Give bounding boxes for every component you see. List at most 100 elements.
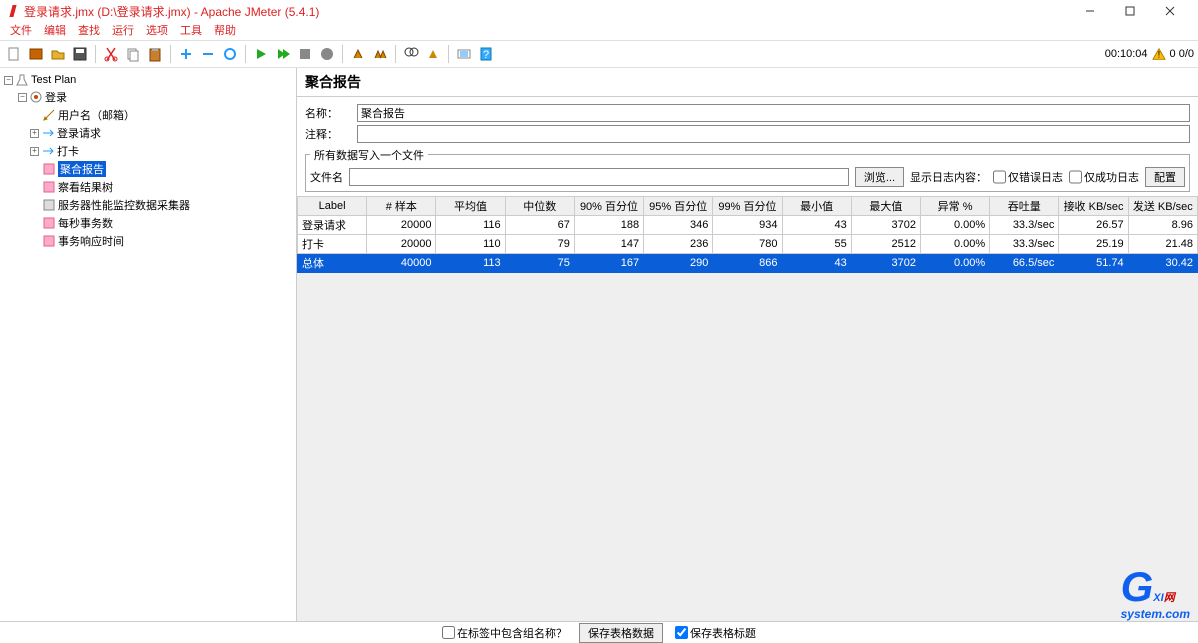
- tree-toggle[interactable]: +: [30, 129, 39, 138]
- tree-checkin[interactable]: 打卡: [57, 143, 79, 159]
- table-cell: 116: [436, 216, 505, 235]
- tree-tps[interactable]: 每秒事务数: [58, 215, 113, 231]
- warning-icon[interactable]: !: [1152, 47, 1166, 61]
- comment-input[interactable]: [357, 125, 1190, 143]
- table-cell: 40000: [367, 254, 436, 273]
- menu-run[interactable]: 运行: [108, 22, 138, 40]
- table-cell: 55: [782, 235, 851, 254]
- table-cell: 79: [505, 235, 574, 254]
- close-button[interactable]: [1150, 0, 1190, 22]
- table-cell: 总体: [298, 254, 367, 273]
- column-header[interactable]: 90% 百分位: [574, 197, 643, 216]
- table-cell: 236: [644, 235, 713, 254]
- column-header[interactable]: 最大值: [851, 197, 920, 216]
- menu-search[interactable]: 查找: [74, 22, 104, 40]
- bottom-bar: 在标签中包含组名称？ 保存表格数据 保存表格标题: [0, 621, 1198, 643]
- aggregate-table: Label# 样本平均值中位数90% 百分位95% 百分位99% 百分位最小值最…: [297, 196, 1198, 273]
- table-row[interactable]: 登录请求20000116671883469344337020.00%33.3/s…: [298, 216, 1198, 235]
- column-header[interactable]: 95% 百分位: [644, 197, 713, 216]
- save-table-data-button[interactable]: 保存表格数据: [579, 623, 663, 643]
- table-cell: 290: [644, 254, 713, 273]
- column-header[interactable]: 中位数: [505, 197, 574, 216]
- separator: [395, 45, 396, 63]
- table-cell: 20000: [367, 216, 436, 235]
- new-icon[interactable]: [4, 44, 24, 64]
- tps-icon: [42, 216, 56, 230]
- open-icon[interactable]: [48, 44, 68, 64]
- column-header[interactable]: 发送 KB/sec: [1128, 197, 1197, 216]
- stop-icon[interactable]: [295, 44, 315, 64]
- name-input[interactable]: [357, 104, 1190, 122]
- config-icon: [42, 108, 56, 122]
- table-row[interactable]: 总体40000113751672908664337020.00%66.5/sec…: [298, 254, 1198, 273]
- help-icon[interactable]: ?: [476, 44, 496, 64]
- table-cell: 346: [644, 216, 713, 235]
- minimize-button[interactable]: [1070, 0, 1110, 22]
- browse-button[interactable]: 浏览...: [855, 167, 904, 187]
- table-cell: 25.19: [1059, 235, 1128, 254]
- menu-tools[interactable]: 工具: [176, 22, 206, 40]
- table-cell: 110: [436, 235, 505, 254]
- toggle-icon[interactable]: [220, 44, 240, 64]
- table-cell: 113: [436, 254, 505, 273]
- tree-toggle[interactable]: −: [18, 93, 27, 102]
- column-header[interactable]: # 样本: [367, 197, 436, 216]
- menu-options[interactable]: 选项: [142, 22, 172, 40]
- perfmon-icon: [42, 198, 56, 212]
- menubar: 文件 编辑 查找 运行 选项 工具 帮助: [0, 22, 1198, 40]
- function-helper-icon[interactable]: [454, 44, 474, 64]
- configure-button[interactable]: 配置: [1145, 167, 1185, 187]
- clear-all-icon[interactable]: [370, 44, 390, 64]
- copy-icon[interactable]: [123, 44, 143, 64]
- clear-icon[interactable]: [348, 44, 368, 64]
- collapse-icon[interactable]: [198, 44, 218, 64]
- column-header[interactable]: 最小值: [782, 197, 851, 216]
- panel-title: 聚合报告: [297, 68, 1198, 97]
- tree-perfmon[interactable]: 服务器性能监控数据采集器: [58, 197, 190, 213]
- separator: [342, 45, 343, 63]
- menu-file[interactable]: 文件: [6, 22, 36, 40]
- table-row[interactable]: 打卡20000110791472367805525120.00%33.3/sec…: [298, 235, 1198, 254]
- tree-user-params[interactable]: 用户名（邮箱）: [58, 107, 135, 123]
- only-error-checkbox[interactable]: 仅错误日志: [993, 168, 1063, 186]
- tree-response-time[interactable]: 事务响应时间: [58, 233, 124, 249]
- include-group-checkbox[interactable]: 在标签中包含组名称？: [442, 625, 567, 641]
- search-icon[interactable]: [401, 44, 421, 64]
- column-header[interactable]: 平均值: [436, 197, 505, 216]
- column-header[interactable]: 接收 KB/sec: [1059, 197, 1128, 216]
- thread-group-icon: [29, 90, 43, 104]
- tree-results-tree[interactable]: 察看结果树: [58, 179, 113, 195]
- filename-input[interactable]: [349, 168, 849, 186]
- tree-aggregate-report[interactable]: 聚合报告: [58, 161, 106, 177]
- table-cell: 33.3/sec: [990, 235, 1059, 254]
- start-no-timers-icon[interactable]: [273, 44, 293, 64]
- test-plan-tree[interactable]: −Test Plan −登录 用户名（邮箱） +登录请求 +打卡 聚合报告 察看…: [0, 68, 297, 621]
- table-cell: 934: [713, 216, 782, 235]
- save-icon[interactable]: [70, 44, 90, 64]
- table-cell: 20000: [367, 235, 436, 254]
- only-success-checkbox[interactable]: 仅成功日志: [1069, 168, 1139, 186]
- tree-login-request[interactable]: 登录请求: [57, 125, 101, 141]
- tree-toggle[interactable]: +: [30, 147, 39, 156]
- reset-search-icon[interactable]: [423, 44, 443, 64]
- tree-thread-group[interactable]: 登录: [45, 89, 67, 105]
- paste-icon[interactable]: [145, 44, 165, 64]
- save-header-checkbox[interactable]: 保存表格标题: [675, 625, 756, 641]
- start-icon[interactable]: [251, 44, 271, 64]
- column-header[interactable]: 吞吐量: [990, 197, 1059, 216]
- table-cell: 66.5/sec: [990, 254, 1059, 273]
- templates-icon[interactable]: [26, 44, 46, 64]
- table-cell: 0.00%: [920, 216, 989, 235]
- tree-toggle[interactable]: −: [4, 76, 13, 85]
- tree-root[interactable]: Test Plan: [31, 74, 76, 86]
- expand-icon[interactable]: [176, 44, 196, 64]
- maximize-button[interactable]: [1110, 0, 1150, 22]
- svg-text:?: ?: [483, 49, 489, 61]
- menu-edit[interactable]: 编辑: [40, 22, 70, 40]
- menu-help[interactable]: 帮助: [210, 22, 240, 40]
- cut-icon[interactable]: [101, 44, 121, 64]
- column-header[interactable]: 异常 %: [920, 197, 989, 216]
- shutdown-icon[interactable]: [317, 44, 337, 64]
- column-header[interactable]: Label: [298, 197, 367, 216]
- column-header[interactable]: 99% 百分位: [713, 197, 782, 216]
